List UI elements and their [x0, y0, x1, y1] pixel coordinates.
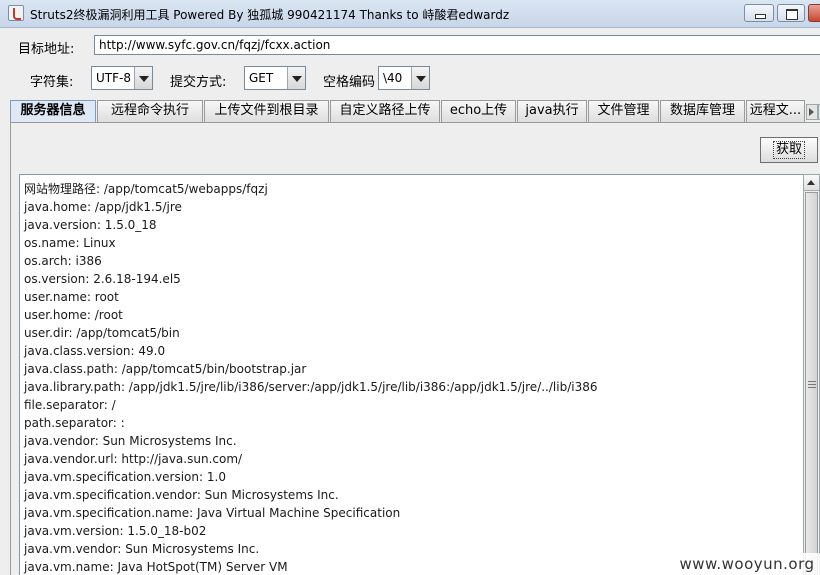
minimize-button[interactable]: [744, 4, 774, 22]
tab-java-exec[interactable]: java执行: [517, 100, 587, 122]
method-select[interactable]: GET: [244, 66, 306, 90]
tab-remote-command[interactable]: 远程命令执行: [97, 100, 203, 122]
charset-select[interactable]: UTF-8: [91, 66, 153, 90]
tab-remote-file[interactable]: 远程文...: [746, 100, 805, 122]
output-line: 网站物理路径: /app/tomcat5/webapps/fqzj: [24, 182, 268, 196]
space-encoding-value: \40: [383, 71, 403, 85]
grip-icon: [808, 381, 816, 388]
tab-upload-root[interactable]: 上传文件到根目录: [204, 100, 329, 122]
output-line: java.vm.specification.vendor: Sun Micros…: [24, 488, 339, 502]
output-line: user.name: root: [24, 290, 119, 304]
output-line: java.vendor.url: http://java.sun.com/: [24, 452, 243, 466]
charset-value: UTF-8: [96, 71, 131, 85]
output-line: os.arch: i386: [24, 254, 102, 268]
watermark: www.wooyun.org: [674, 553, 820, 575]
output-line: os.version: 2.6.18-194.el5: [24, 272, 181, 286]
output-line: user.home: /root: [24, 308, 123, 322]
maximize-button[interactable]: [777, 4, 805, 22]
output-line: path.separator: :: [24, 416, 125, 430]
charset-label: 字符集:: [30, 75, 74, 90]
output-line: java.vendor: Sun Microsystems Inc.: [24, 434, 237, 448]
output-line: java.vm.specification.version: 1.0: [24, 470, 226, 484]
close-button[interactable]: [808, 4, 820, 22]
output-line: os.name: Linux: [24, 236, 116, 250]
tab-strip: 服务器信息 远程命令执行 上传文件到根目录 自定义路径上传 echo上传 jav…: [10, 100, 820, 123]
window-title: Struts2终极漏洞利用工具 Powered By 独孤城 990421174…: [30, 8, 510, 22]
output-line: java.vm.version: 1.5.0_18-b02: [24, 524, 207, 538]
fetch-button-label: 获取: [772, 141, 805, 159]
scroll-up-arrow-icon[interactable]: [804, 175, 819, 191]
output-line: file.separator: /: [24, 398, 116, 412]
tab-file-manager[interactable]: 文件管理: [588, 100, 659, 122]
chevron-down-icon[interactable]: [411, 67, 429, 89]
vertical-scrollbar[interactable]: [803, 174, 820, 575]
output-line: user.dir: /app/tomcat5/bin: [24, 326, 180, 340]
output-line: java.version: 1.5.0_18: [24, 218, 157, 232]
target-url-input[interactable]: [94, 35, 820, 55]
method-value: GET: [249, 71, 274, 85]
output-line: java.library.path: /app/jdk1.5/jre/lib/i…: [24, 380, 598, 394]
space-encoding-select[interactable]: \40: [378, 66, 430, 90]
url-label: 目标地址:: [18, 42, 75, 57]
tab-server-info[interactable]: 服务器信息: [10, 100, 96, 123]
method-label: 提交方式:: [170, 75, 227, 90]
server-info-output[interactable]: 网站物理路径: /app/tomcat5/webapps/fqzj java.h…: [19, 174, 803, 575]
tab-scroll-right-icon[interactable]: [806, 104, 818, 120]
tab-database-manager[interactable]: 数据库管理: [660, 100, 745, 122]
java-app-icon: [8, 5, 24, 21]
scrollbar-thumb[interactable]: [805, 192, 818, 575]
chevron-down-icon[interactable]: [134, 67, 152, 89]
output-line: java.home: /app/jdk1.5/jre: [24, 200, 182, 214]
chevron-down-icon[interactable]: [287, 67, 305, 89]
tab-echo-upload[interactable]: echo上传: [441, 100, 516, 122]
output-line: java.vm.specification.name: Java Virtual…: [24, 506, 401, 520]
tab-custom-path-upload[interactable]: 自定义路径上传: [330, 100, 440, 122]
space-encoding-label: 空格编码: [323, 75, 376, 90]
output-line: java.class.path: /app/tomcat5/bin/bootst…: [24, 362, 307, 376]
fetch-button[interactable]: 获取: [760, 137, 818, 163]
output-line: java.class.version: 49.0: [24, 344, 166, 358]
title-bar: Struts2终极漏洞利用工具 Powered By 独孤城 990421174…: [0, 0, 820, 28]
